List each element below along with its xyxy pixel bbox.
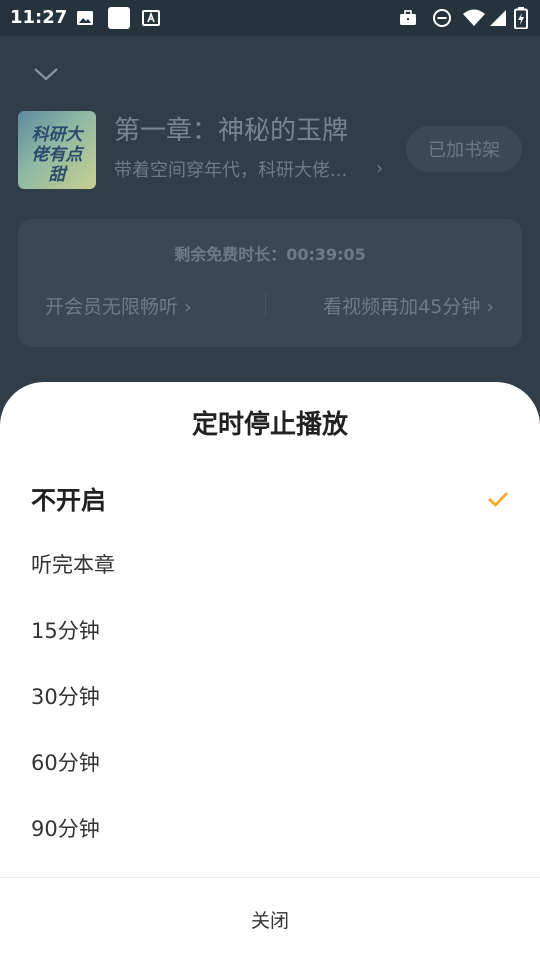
option-label: 不开启	[31, 486, 107, 515]
option-label: 听完本章	[31, 553, 115, 577]
timer-option-15min[interactable]: 15分钟	[0, 597, 540, 663]
timer-option-30min[interactable]: 30分钟	[0, 663, 540, 729]
chevron-right-icon: ›	[486, 296, 494, 318]
chevron-right-icon: ›	[376, 158, 384, 179]
sleep-timer-sheet: 定时停止播放 不开启 听完本章 15分钟 30分钟 60分钟 90分钟 关闭	[0, 382, 540, 960]
wifi-icon	[462, 8, 486, 28]
battery-icon	[514, 7, 528, 29]
briefcase-icon	[398, 8, 418, 28]
signal-icon	[488, 8, 508, 28]
option-label: 15分钟	[31, 619, 100, 643]
blank-square-icon	[107, 6, 131, 30]
timer-option-chapter[interactable]: 听完本章	[0, 531, 540, 597]
cover-title: 科研大佬有点甜	[31, 125, 83, 185]
free-time-label: 剩余免费时长：00:39:05	[174, 245, 366, 264]
check-icon	[487, 487, 509, 509]
book-subtitle[interactable]: 带着空间穿年代，科研大佬...	[114, 156, 359, 182]
timer-option-off[interactable]: 不开启	[0, 466, 540, 532]
card-divider	[265, 293, 266, 317]
status-bar: 11:27	[0, 0, 540, 36]
shelf-button[interactable]: 已加书架	[406, 126, 522, 172]
close-button[interactable]: 关闭	[0, 878, 540, 960]
book-cover[interactable]: 科研大佬有点甜	[18, 111, 96, 189]
option-label: 90分钟	[31, 817, 100, 841]
vip-link-label: 开会员无限畅听	[45, 296, 179, 318]
free-time-card: 剩余免费时长：00:39:05 开会员无限畅听 › 看视频再加45分钟 ›	[18, 219, 522, 347]
vip-link[interactable]: 开会员无限畅听 ›	[45, 292, 192, 319]
status-time: 11:27	[10, 7, 68, 28]
collapse-chevron-icon[interactable]	[32, 64, 60, 84]
video-link[interactable]: 看视频再加45分钟 ›	[323, 292, 494, 319]
option-label: 30分钟	[31, 685, 100, 709]
video-link-label: 看视频再加45分钟	[323, 296, 481, 318]
font-icon	[141, 8, 161, 28]
image-icon	[75, 8, 95, 28]
chevron-right-icon: ›	[184, 296, 192, 318]
dnd-icon	[432, 8, 452, 28]
timer-option-90min[interactable]: 90分钟	[0, 795, 540, 861]
sheet-title: 定时停止播放	[191, 410, 348, 440]
chapter-title: 第一章：神秘的玉牌	[114, 116, 349, 146]
option-label: 60分钟	[31, 751, 100, 775]
timer-option-60min[interactable]: 60分钟	[0, 729, 540, 795]
